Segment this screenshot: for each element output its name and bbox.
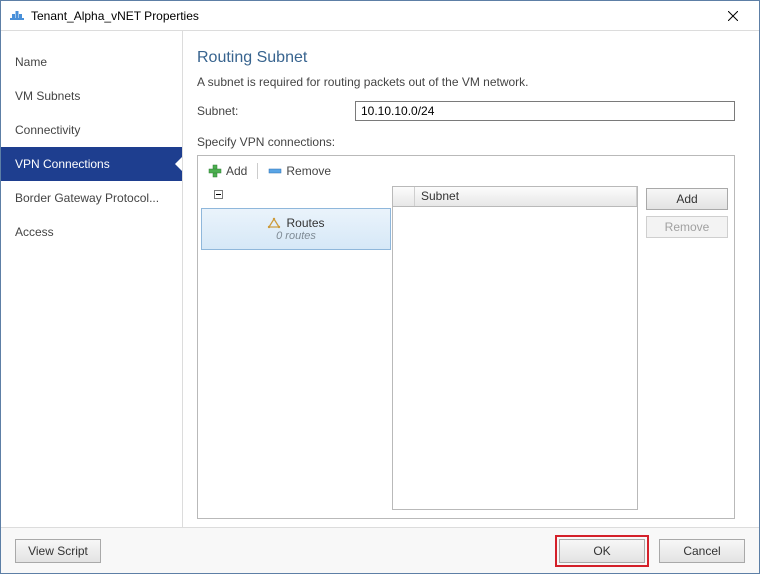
subnet-table[interactable]: Subnet [392, 186, 638, 510]
vpn-panels: Routes 0 routes Subnet Add Remove [202, 184, 730, 512]
toolbar-separator [257, 163, 258, 179]
sidebar-item-vm-subnets[interactable]: VM Subnets [1, 79, 182, 113]
titlebar: Tenant_Alpha_vNET Properties [1, 1, 759, 31]
cancel-button[interactable]: Cancel [659, 539, 745, 563]
minus-icon [268, 166, 282, 176]
routes-icon [267, 217, 281, 229]
page-heading: Routing Subnet [197, 49, 735, 67]
window-title: Tenant_Alpha_vNET Properties [31, 9, 713, 23]
vpn-connections-box: Add Remove [197, 155, 735, 519]
plus-icon [208, 164, 222, 178]
routes-label: Routes [286, 216, 324, 230]
properties-dialog: Tenant_Alpha_vNET Properties Name VM Sub… [0, 0, 760, 574]
subnet-label: Subnet: [197, 104, 355, 118]
subnet-column-header[interactable]: Subnet [415, 187, 637, 206]
ok-highlight: OK [555, 535, 649, 567]
sidebar-item-bgp[interactable]: Border Gateway Protocol... [1, 181, 182, 215]
close-icon [728, 11, 738, 21]
subnet-field-row: Subnet: [197, 101, 735, 121]
dialog-body: Name VM Subnets Connectivity VPN Connect… [1, 31, 759, 527]
toolbar-remove-label: Remove [286, 164, 331, 178]
view-script-button[interactable]: View Script [15, 539, 101, 563]
dialog-footer: View Script OK Cancel [1, 527, 759, 573]
page-description: A subnet is required for routing packets… [197, 75, 735, 89]
routes-node[interactable]: Routes 0 routes [201, 208, 391, 250]
sidebar-item-access[interactable]: Access [1, 215, 182, 249]
row-selector-header [393, 187, 415, 206]
tree-root-toggle[interactable] [204, 186, 384, 206]
sidebar-item-connectivity[interactable]: Connectivity [1, 113, 182, 147]
content-panel: Routing Subnet A subnet is required for … [183, 31, 759, 527]
vpn-toolbar: Add Remove [202, 160, 730, 184]
subnet-side-buttons: Add Remove [646, 186, 728, 510]
close-button[interactable] [713, 2, 753, 30]
toolbar-remove-button[interactable]: Remove [264, 162, 335, 180]
subnet-table-header: Subnet [393, 187, 637, 207]
toolbar-add-label: Add [226, 164, 247, 178]
subnet-input[interactable] [355, 101, 735, 121]
sidebar-item-name[interactable]: Name [1, 45, 182, 79]
ok-button[interactable]: OK [559, 539, 645, 563]
toolbar-add-button[interactable]: Add [204, 162, 251, 180]
routes-count: 0 routes [276, 230, 316, 242]
sidebar-item-vpn-connections[interactable]: VPN Connections [1, 147, 182, 181]
collapse-icon [214, 190, 223, 199]
specify-vpn-label: Specify VPN connections: [197, 135, 735, 149]
app-icon [9, 8, 25, 24]
vpn-tree-panel: Routes 0 routes [204, 186, 384, 510]
subnet-add-button[interactable]: Add [646, 188, 728, 210]
subnet-remove-button: Remove [646, 216, 728, 238]
sidebar: Name VM Subnets Connectivity VPN Connect… [1, 31, 183, 527]
